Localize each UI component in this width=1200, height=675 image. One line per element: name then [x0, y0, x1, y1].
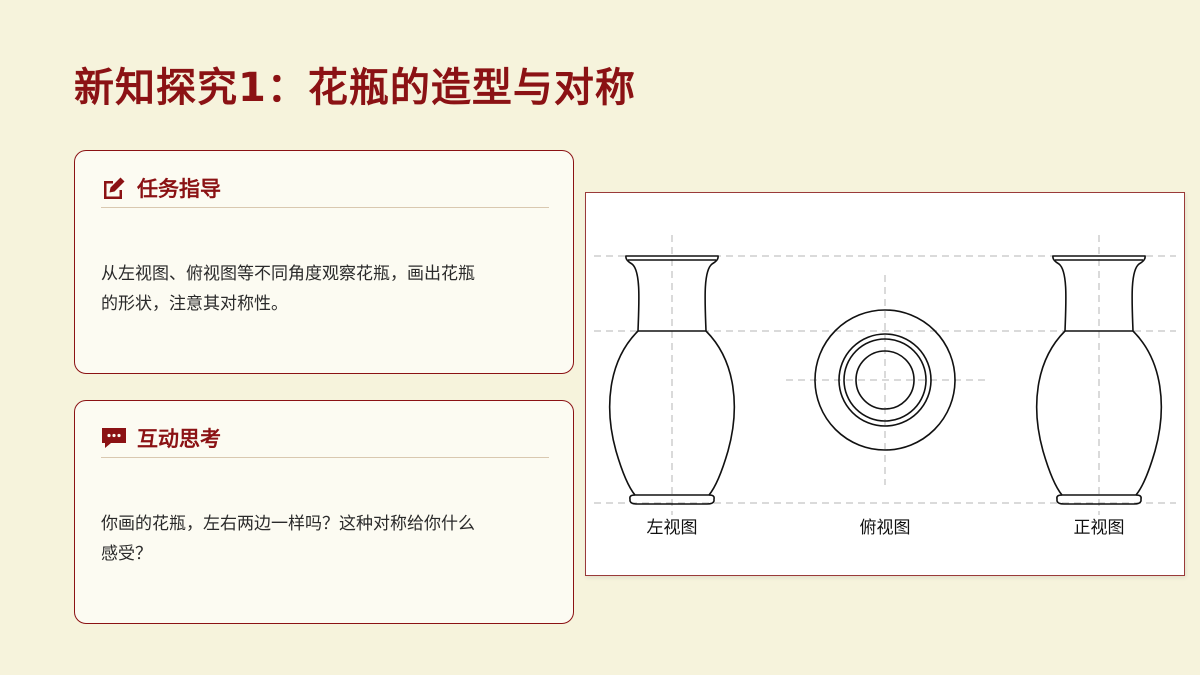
task-guide-line: 的形状，注意其对称性。 [101, 294, 288, 314]
task-guide-card: 任务指导 从左视图、俯视图等不同角度观察花瓶，画出花瓶 的形状，注意其对称性。 [74, 150, 574, 374]
edit-icon [101, 175, 127, 201]
page-title: 新知探究1：花瓶的造型与对称 [74, 65, 636, 111]
left-view-label: 左视图 [647, 518, 698, 538]
interactive-thinking-line: 你画的花瓶，左右两边一样吗？这种对称给你什么 [101, 514, 475, 534]
interactive-thinking-line: 感受？ [101, 544, 152, 564]
front-view-label: 正视图 [1074, 518, 1125, 538]
vase-views-drawing: 左视图 俯视图 正视图 [594, 235, 1176, 538]
chat-icon [101, 425, 127, 451]
task-guide-text: 从左视图、俯视图等不同角度观察花瓶，画出花瓶 的形状，注意其对称性。 [101, 259, 543, 319]
interactive-thinking-text: 你画的花瓶，左右两边一样吗？这种对称给你什么 感受？ [101, 509, 543, 569]
task-guide-line: 从左视图、俯视图等不同角度观察花瓶，画出花瓶 [101, 264, 475, 284]
vase-views-figure: 左视图 俯视图 正视图 [585, 192, 1185, 576]
task-guide-title: 任务指导 [137, 177, 221, 201]
interactive-thinking-title: 互动思考 [137, 427, 221, 451]
top-view-label: 俯视图 [860, 518, 911, 538]
task-guide-header: 任务指导 [101, 169, 549, 208]
interactive-thinking-card: 互动思考 你画的花瓶，左右两边一样吗？这种对称给你什么 感受？ [74, 400, 574, 624]
interactive-thinking-header: 互动思考 [101, 419, 549, 458]
guide-lines [594, 235, 1176, 515]
